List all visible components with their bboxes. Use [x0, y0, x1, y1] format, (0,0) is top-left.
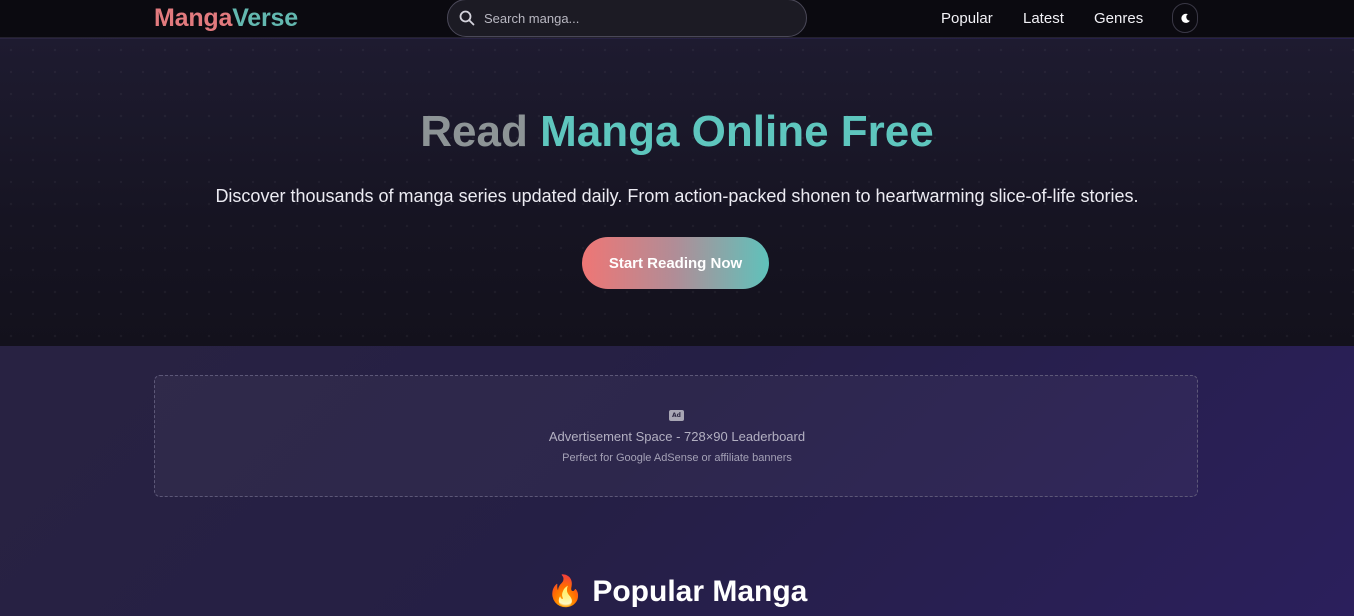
- nav-popular-link[interactable]: Popular: [941, 10, 993, 28]
- moon-icon: [1181, 13, 1190, 23]
- nav-latest-link[interactable]: Latest: [1023, 10, 1064, 28]
- ad-description: Perfect for Google AdSense or affiliate …: [562, 452, 792, 464]
- hero-section: Read Manga Online Free Discover thousand…: [0, 39, 1354, 346]
- hero-title-highlight: Manga Online Free: [540, 107, 934, 156]
- nav-genres-link[interactable]: Genres: [1094, 10, 1143, 28]
- theme-toggle-button[interactable]: [1172, 3, 1198, 33]
- search-bar[interactable]: [447, 0, 807, 37]
- popular-manga-heading: 🔥 Popular Manga: [0, 574, 1354, 610]
- ad-icon: Ad: [669, 410, 684, 421]
- search-icon: [459, 10, 475, 26]
- search-input[interactable]: [484, 8, 784, 28]
- ad-title: Advertisement Space - 728×90 Leaderboard: [548, 429, 806, 444]
- site-logo[interactable]: MangaVerse: [154, 3, 298, 33]
- hero-title-read: Read: [420, 107, 528, 156]
- popular-manga-title: Popular Manga: [592, 575, 808, 608]
- ad-placeholder[interactable]: Ad Advertisement Space - 728×90 Leaderbo…: [154, 375, 1198, 497]
- hero-subtitle: Discover thousands of manga series updat…: [215, 186, 1139, 206]
- start-reading-button[interactable]: Start Reading Now: [582, 237, 769, 289]
- fire-icon: 🔥: [546, 574, 584, 609]
- logo-text-manga: Manga: [154, 4, 233, 32]
- top-navbar: MangaVerse Popular Latest Genres: [0, 0, 1354, 38]
- logo-text-verse: Verse: [232, 4, 298, 32]
- hero-title: Read Manga Online Free: [0, 107, 1354, 157]
